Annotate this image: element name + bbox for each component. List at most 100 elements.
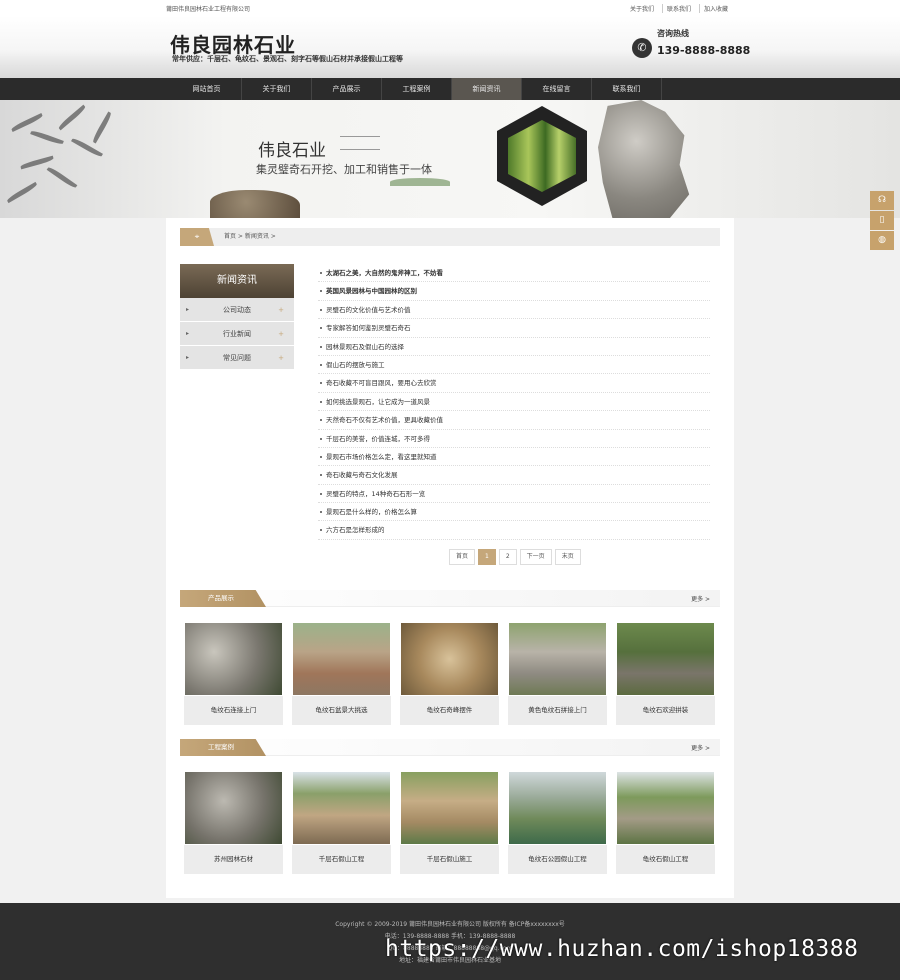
nav-item-home[interactable]: 网站首页 [172,78,242,100]
bullet-icon: ▸ [186,330,190,337]
site-header: 伟良园林石业 常年供应：千层石、龟纹石、景观石、刻字石等假山石材并承接假山工程等… [0,16,900,78]
sidebar: 新闻资讯 ▸ 公司动态 + ▸ 行业新闻 + ▸ 常见问题 + [180,264,294,370]
plus-icon: + [278,306,284,314]
products-header: 产品展示 更多 > [180,590,720,607]
product-card[interactable]: 黄色龟纹石拼接上门 [508,622,607,725]
nav-item-contact[interactable]: 联系我们 [592,78,662,100]
news-item[interactable]: 景观石市场价格怎么定，看这里就知道 [318,448,710,467]
product-caption: 黄色龟纹石拼接上门 [528,706,587,714]
product-caption: 龟纹石奇峰摆件 [426,706,473,714]
news-list: 太湖石之美，大自然的鬼斧神工，不妨看 英国风景园林与中国园林的区别 灵璧石的文化… [318,264,710,540]
bamboo-painting [0,100,130,218]
news-item[interactable]: 园林景观石及假山石的选择 [318,338,710,356]
cases-gallery: 苏州园林石材 千层石假山工程 千层石假山施工 龟纹石公园假山工程 龟纹石假山工程 [184,771,715,874]
nav-item-news[interactable]: 新闻资讯 [452,78,522,100]
case-image [508,771,607,845]
case-card[interactable]: 苏州园林石材 [184,771,283,874]
news-item[interactable]: 灵璧石的文化价值与艺术价值 [318,301,710,320]
cases-header: 工程案例 更多 > [180,739,720,756]
sidebar-item-label: 行业新闻 [223,330,251,338]
news-item[interactable]: 专家解答如何鉴别灵璧石奇石 [318,319,710,338]
news-item[interactable]: 千层石的美誉，价值连城，不可多得 [318,430,710,448]
last-page-button[interactable]: 末页 [554,549,581,565]
case-image [292,771,391,845]
top-bar: 莆田伟良园林石业工程有限公司 关于我们 联系我们 加入收藏 [0,0,900,16]
first-page-button[interactable]: 首页 [449,549,476,565]
breadcrumb-text[interactable]: 首页 > 新闻资讯 > [224,228,276,246]
case-image [616,771,715,845]
products-more-link[interactable]: 更多 > [691,594,710,603]
site-slogan: 常年供应：千层石、龟纹石、景观石、刻字石等假山石材并承接假山工程等 [172,55,403,63]
cases-title: 工程案例 [180,739,266,756]
mobile-icon[interactable]: ▯ [870,211,894,230]
sidebar-item-label: 常见问题 [223,354,251,362]
news-item[interactable]: 灵璧石的特点，14种奇石石形一览 [318,485,710,504]
case-card[interactable]: 龟纹石公园假山工程 [508,771,607,874]
product-card[interactable]: 龟纹石奇峰摆件 [400,622,499,725]
pagination: 首页 1 2 下一页 末页 [449,549,581,565]
case-caption: 龟纹石公园假山工程 [528,855,587,863]
cases-more-link[interactable]: 更多 > [691,743,710,752]
product-image [616,622,715,696]
nav-item-products[interactable]: 产品展示 [312,78,382,100]
sidebar-item-company[interactable]: ▸ 公司动态 + [180,298,294,322]
sidebar-item-industry[interactable]: ▸ 行业新闻 + [180,322,294,346]
nav-item-about[interactable]: 关于我们 [242,78,312,100]
contact-link[interactable]: 联系我们 [661,4,695,13]
case-caption: 千层石假山施工 [426,855,473,863]
company-name: 莆田伟良园林石业工程有限公司 [166,6,251,13]
news-item[interactable]: 如何挑选景观石，让它成为一道风景 [318,393,710,412]
product-caption: 龟纹石盆景大挑选 [315,706,368,714]
case-card[interactable]: 千层石假山施工 [400,771,499,874]
banner-deco [340,136,380,150]
main-content: ⌖ 首页 > 新闻资讯 > 新闻资讯 ▸ 公司动态 + ▸ 行业新闻 + ▸ 常见问题 + … [166,218,734,898]
news-item[interactable]: 太湖石之美，大自然的鬼斧神工，不妨看 [318,264,710,283]
hotline-number: 139-8888-8888 [657,44,751,57]
about-link[interactable]: 关于我们 [626,4,658,13]
favorite-link[interactable]: 加入收藏 [698,4,732,13]
bullet-icon: ▸ [186,354,190,361]
news-item[interactable]: 六方石是怎样形成的 [318,521,710,540]
product-image [292,622,391,696]
top-links: 关于我们 联系我们 加入收藏 [626,4,732,13]
case-card[interactable]: 千层石假山工程 [292,771,391,874]
product-image [508,622,607,696]
case-caption: 千层石假山工程 [318,855,365,863]
product-card[interactable]: 龟纹石欢迎拼装 [616,622,715,725]
page-button-2[interactable]: 2 [498,549,517,565]
nav-item-cases[interactable]: 工程案例 [382,78,452,100]
product-card[interactable]: 龟纹石盆景大挑选 [292,622,391,725]
banner-subtitle: 集灵璧奇石开挖、加工和销售于一体 [256,163,432,176]
news-item[interactable]: 天然奇石不仅有艺术价值，更具收藏价值 [318,411,710,430]
side-toolbar: ☊ ▯ ◍ [870,191,894,251]
main-nav: 网站首页 关于我们 产品展示 工程案例 新闻资讯 在线留言 联系我们 [0,78,900,100]
watermark-text: https://www.huzhan.com/ishop18388 [385,936,859,962]
plus-icon: + [278,330,284,338]
footer-copyright: Copyright © 2009-2019 莆田伟良园林石业有限公司 版权所有 … [335,921,565,928]
location-icon: ⌖ [180,228,214,246]
case-image [184,771,283,845]
phone-icon: ✆ [632,38,652,58]
news-item[interactable]: 奇石收藏与奇石文化发展 [318,466,710,485]
mountain-decoration [0,50,900,78]
hotline-label: 咨询热线 [657,29,689,38]
headset-icon[interactable]: ☊ [870,191,894,210]
page-button-1[interactable]: 1 [478,549,496,565]
banner-hill [390,178,450,186]
stone-image [210,190,300,218]
case-card[interactable]: 龟纹石假山工程 [616,771,715,874]
plus-icon: + [278,354,284,362]
wechat-icon[interactable]: ◍ [870,231,894,250]
case-image [400,771,499,845]
banner-title: 伟良石业 [258,141,326,161]
sidebar-title: 新闻资讯 [180,264,294,298]
news-item[interactable]: 景观石是什么样的，价格怎么算 [318,503,710,522]
product-card[interactable]: 龟纹石连接上门 [184,622,283,725]
taihu-rock-image [598,100,690,218]
nav-item-message[interactable]: 在线留言 [522,78,592,100]
next-page-button[interactable]: 下一页 [519,549,552,565]
news-item[interactable]: 英国风景园林与中国园林的区别 [318,282,710,301]
news-item[interactable]: 假山石的摆放与施工 [318,356,710,375]
news-item[interactable]: 奇石收藏不可盲目跟风，要用心去欣赏 [318,374,710,393]
sidebar-item-faq[interactable]: ▸ 常见问题 + [180,346,294,370]
